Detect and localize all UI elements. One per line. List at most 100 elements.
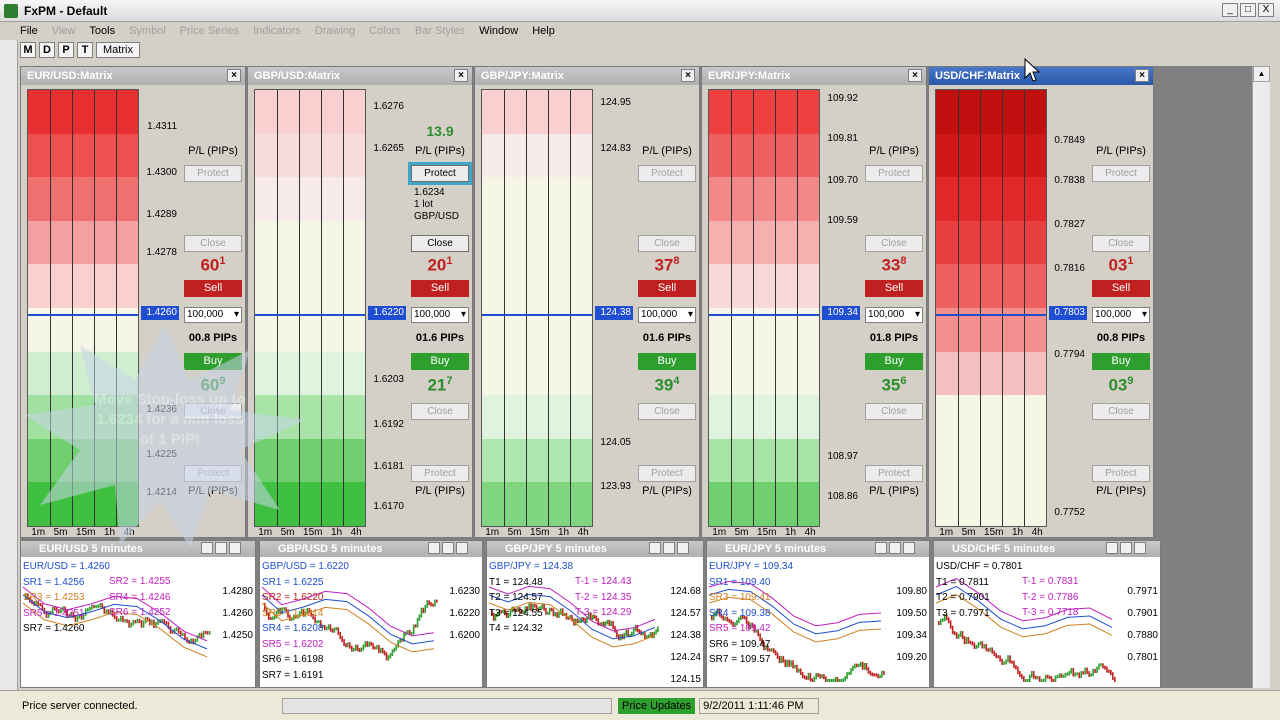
close-icon[interactable] <box>229 542 241 554</box>
close-icon[interactable]: × <box>908 69 922 82</box>
menu-colors[interactable]: Colors <box>369 25 401 37</box>
toolbar-matrix-button[interactable]: Matrix <box>96 42 140 58</box>
close-button-bottom[interactable]: Close <box>411 403 469 420</box>
protect-button-bottom[interactable]: Protect <box>411 465 469 482</box>
price-ladder[interactable] <box>254 89 366 527</box>
chart-window[interactable]: EUR/JPY 5 minutes EUR/JPY = 109.34 SR1 = 1… <box>706 540 930 688</box>
close-button[interactable]: X <box>1258 3 1274 17</box>
chart-title-bar[interactable]: GBP/USD 5 minutes <box>260 541 482 557</box>
chart-window[interactable]: GBP/JPY 5 minutes GBP/JPY = 124.38 T1 = 12… <box>486 540 704 688</box>
close-icon[interactable]: × <box>1135 69 1149 82</box>
menu-bar-styles[interactable]: Bar Styles <box>415 25 465 37</box>
chart-title-bar[interactable]: GBP/JPY 5 minutes <box>487 541 703 557</box>
buy-button[interactable]: Buy <box>1092 353 1150 370</box>
close-icon[interactable] <box>903 542 915 554</box>
menu-view[interactable]: View <box>52 25 76 37</box>
protect-button-top[interactable]: Protect <box>1092 165 1150 182</box>
lot-size-select[interactable]: 100,000 <box>865 307 923 323</box>
menu-file[interactable]: File <box>20 25 38 37</box>
chart-title-bar[interactable]: EUR/JPY 5 minutes <box>707 541 929 557</box>
close-button-bottom[interactable]: Close <box>638 403 696 420</box>
buy-button[interactable]: Buy <box>865 353 923 370</box>
chart-title-bar[interactable]: USD/CHF 5 minutes <box>934 541 1160 557</box>
price-ladder[interactable] <box>935 89 1047 527</box>
minimize-button[interactable]: _ <box>1222 3 1238 17</box>
price-ladder[interactable] <box>27 89 139 527</box>
sell-button[interactable]: Sell <box>411 280 469 297</box>
chart-window[interactable]: GBP/USD 5 minutes GBP/USD = 1.6220 SR1 = 1… <box>259 540 483 688</box>
toolbar-t-button[interactable]: T <box>77 42 93 58</box>
menu-indicators[interactable]: Indicators <box>253 25 301 37</box>
buy-button[interactable]: Buy <box>638 353 696 370</box>
chart-window[interactable]: EUR/USD 5 minutes EUR/USD = 1.4260 SR1 = 1… <box>20 540 256 688</box>
matrix-title-bar[interactable]: GBP/USD:Matrix × <box>248 67 472 85</box>
maximize-icon[interactable] <box>442 542 454 554</box>
toolbar-p-button[interactable]: P <box>58 42 74 58</box>
close-icon[interactable] <box>677 542 689 554</box>
sell-button[interactable]: Sell <box>184 280 242 297</box>
close-button-top[interactable]: Close <box>1092 235 1150 252</box>
price-ladder[interactable] <box>708 89 820 527</box>
maximize-icon[interactable] <box>1120 542 1132 554</box>
lot-size-select[interactable]: 100,000 <box>1092 307 1150 323</box>
workspace-scrollbar[interactable]: ▲ <box>1252 66 1270 688</box>
close-icon[interactable]: × <box>227 69 241 82</box>
protect-button-bottom[interactable]: Protect <box>638 465 696 482</box>
scroll-up-icon[interactable]: ▲ <box>1253 66 1270 82</box>
matrix-window[interactable]: GBP/USD:Matrix × 1m 5m 15m 1h 4h 1.6276 1.6265 1.… <box>247 66 473 538</box>
chart-title-bar[interactable]: EUR/USD 5 minutes <box>21 541 255 557</box>
menu-tools[interactable]: Tools <box>89 25 115 37</box>
matrix-window[interactable]: USD/CHF:Matrix × 1m 5m 15m 1h 4h 0.7849 0.7838 0.… <box>928 66 1154 538</box>
menu-price-series[interactable]: Price Series <box>180 25 239 37</box>
close-button-bottom[interactable]: Close <box>1092 403 1150 420</box>
protect-button-bottom[interactable]: Protect <box>865 465 923 482</box>
sell-button[interactable]: Sell <box>638 280 696 297</box>
protect-button-top[interactable]: Protect <box>865 165 923 182</box>
menu-symbol[interactable]: Symbol <box>129 25 166 37</box>
lot-size-select[interactable]: 100,000 <box>411 307 469 323</box>
toolbar-m-button[interactable]: M <box>20 42 36 58</box>
maximize-icon[interactable] <box>663 542 675 554</box>
maximize-button[interactable]: □ <box>1240 3 1256 17</box>
sell-button[interactable]: Sell <box>1092 280 1150 297</box>
protect-button-bottom[interactable]: Protect <box>184 465 242 482</box>
protect-button-bottom[interactable]: Protect <box>1092 465 1150 482</box>
matrix-title-bar[interactable]: USD/CHF:Matrix × <box>929 67 1153 85</box>
price-ladder[interactable] <box>481 89 593 527</box>
matrix-title-bar[interactable]: EUR/USD:Matrix × <box>21 67 245 85</box>
matrix-window[interactable]: GBP/JPY:Matrix × 1m 5m 15m 1h 4h 124.95 124.83 12… <box>474 66 700 538</box>
minimize-icon[interactable] <box>649 542 661 554</box>
buy-button[interactable]: Buy <box>411 353 469 370</box>
close-button-bottom[interactable]: Close <box>865 403 923 420</box>
close-button-bottom[interactable]: Close <box>184 403 242 420</box>
toolbar-d-button[interactable]: D <box>39 42 55 58</box>
minimize-icon[interactable] <box>1106 542 1118 554</box>
buy-button[interactable]: Buy <box>184 353 242 370</box>
close-button-top[interactable]: Close <box>865 235 923 252</box>
matrix-window[interactable]: EUR/USD:Matrix × 1m 5m 15m 1h 4h 1.4311 1.4300 1.… <box>20 66 246 538</box>
minimize-icon[interactable] <box>201 542 213 554</box>
minimize-icon[interactable] <box>875 542 887 554</box>
maximize-icon[interactable] <box>889 542 901 554</box>
protect-button-top[interactable]: Protect <box>408 162 472 185</box>
lot-size-select[interactable]: 100,000 <box>638 307 696 323</box>
close-icon[interactable] <box>456 542 468 554</box>
close-button-top[interactable]: Close <box>411 235 469 252</box>
minimize-icon[interactable] <box>428 542 440 554</box>
menu-drawing[interactable]: Drawing <box>315 25 355 37</box>
maximize-icon[interactable] <box>215 542 227 554</box>
sell-button[interactable]: Sell <box>865 280 923 297</box>
close-icon[interactable]: × <box>681 69 695 82</box>
close-icon[interactable]: × <box>454 69 468 82</box>
menu-help[interactable]: Help <box>532 25 555 37</box>
chart-window[interactable]: USD/CHF 5 minutes USD/CHF = 0.7801 T1 = 0.… <box>933 540 1161 688</box>
matrix-title-bar[interactable]: GBP/JPY:Matrix × <box>475 67 699 85</box>
lot-size-select[interactable]: 100,000 <box>184 307 242 323</box>
matrix-window[interactable]: EUR/JPY:Matrix × 1m 5m 15m 1h 4h 109.92 109.81 10… <box>701 66 927 538</box>
matrix-title-bar[interactable]: EUR/JPY:Matrix × <box>702 67 926 85</box>
close-button-top[interactable]: Close <box>184 235 242 252</box>
close-button-top[interactable]: Close <box>638 235 696 252</box>
protect-button-top[interactable]: Protect <box>184 165 242 182</box>
menu-window[interactable]: Window <box>479 25 518 37</box>
close-icon[interactable] <box>1134 542 1146 554</box>
